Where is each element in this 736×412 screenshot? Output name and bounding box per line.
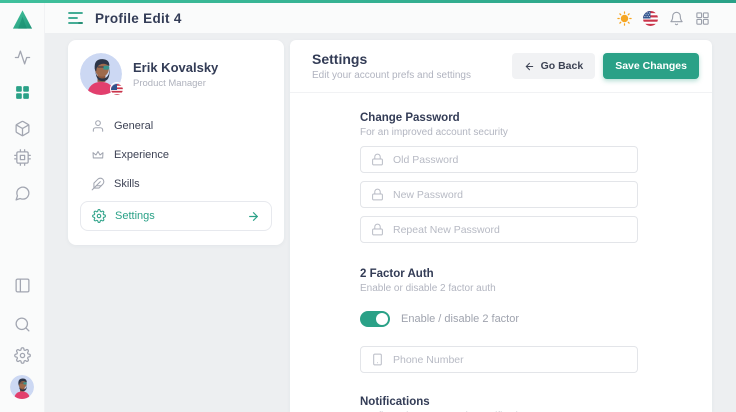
search-icon[interactable] <box>14 316 31 333</box>
sun-icon[interactable] <box>617 11 632 26</box>
panel-title: Settings <box>312 51 471 67</box>
crown-icon <box>91 148 105 162</box>
chat-icon[interactable] <box>14 185 31 202</box>
arrow-right-icon <box>247 210 260 223</box>
repeat-password-input[interactable] <box>393 224 627 236</box>
new-password-field[interactable] <box>360 181 638 208</box>
feather-icon <box>91 177 105 191</box>
gear-icon[interactable] <box>14 347 31 364</box>
page-title: Profile Edit 4 <box>95 11 182 26</box>
save-changes-button[interactable]: Save Changes <box>603 53 699 79</box>
lock-icon <box>371 223 384 236</box>
menu-item-skills[interactable]: Skills <box>80 169 272 198</box>
two-factor-subtitle: Enable or disable 2 factor auth <box>360 283 638 294</box>
cpu-icon[interactable] <box>14 149 31 166</box>
lock-icon <box>371 153 384 166</box>
two-factor-title: 2 Factor Auth <box>360 268 638 280</box>
us-flag-badge-icon <box>110 82 124 96</box>
old-password-input[interactable] <box>393 154 627 166</box>
change-password-title: Change Password <box>360 112 638 124</box>
phone-number-input[interactable] <box>393 354 627 366</box>
layout-icon[interactable] <box>14 277 31 294</box>
new-password-input[interactable] <box>393 189 627 201</box>
phone-number-field[interactable] <box>360 346 638 373</box>
two-factor-toggle[interactable] <box>360 311 390 327</box>
triangle-logo[interactable] <box>11 8 34 31</box>
notifications-title: Notifications <box>360 396 638 408</box>
two-factor-toggle-label: Enable / disable 2 factor <box>401 313 519 325</box>
menu-item-general[interactable]: General <box>80 111 272 140</box>
smartphone-icon <box>371 353 384 366</box>
gear-icon <box>92 209 106 223</box>
user-role: Product Manager <box>133 78 218 89</box>
repeat-password-field[interactable] <box>360 216 638 243</box>
top-accent-strip <box>0 0 736 3</box>
settings-form: Change Password For an improved account … <box>360 112 638 412</box>
menu-item-experience[interactable]: Experience <box>80 140 272 169</box>
activity-icon[interactable] <box>14 49 31 66</box>
panel-subtitle: Edit your account prefs and settings <box>312 70 471 81</box>
us-flag-icon[interactable] <box>643 11 658 26</box>
bell-icon[interactable] <box>669 11 684 26</box>
menu-item-label: Settings <box>115 210 155 222</box>
cube-icon[interactable] <box>14 120 31 137</box>
go-back-label: Go Back <box>541 60 584 72</box>
menu-item-label: Skills <box>114 178 140 190</box>
menu-toggle-icon[interactable] <box>68 11 84 25</box>
go-back-button[interactable]: Go Back <box>512 53 596 79</box>
lock-icon <box>371 188 384 201</box>
settings-panel: Settings Edit your account prefs and set… <box>290 40 712 412</box>
icon-sidebar <box>0 3 45 412</box>
profile-menu: General Experience Skills Settings <box>80 111 272 231</box>
user-icon <box>91 119 105 133</box>
menu-item-settings[interactable]: Settings <box>80 201 272 231</box>
save-changes-label: Save Changes <box>615 60 687 72</box>
change-password-subtitle: For an improved account security <box>360 127 638 138</box>
dashboard-icon[interactable] <box>14 84 31 101</box>
apps-grid-icon[interactable] <box>695 11 710 26</box>
sidebar-user-avatar[interactable] <box>10 375 34 399</box>
menu-item-label: General <box>114 120 153 132</box>
old-password-field[interactable] <box>360 146 638 173</box>
top-header: Profile Edit 4 <box>45 3 736 33</box>
profile-card: Erik Kovalsky Product Manager General Ex… <box>68 40 284 245</box>
user-name: Erik Kovalsky <box>133 60 218 75</box>
arrow-left-icon <box>524 61 535 72</box>
menu-item-label: Experience <box>114 149 169 161</box>
